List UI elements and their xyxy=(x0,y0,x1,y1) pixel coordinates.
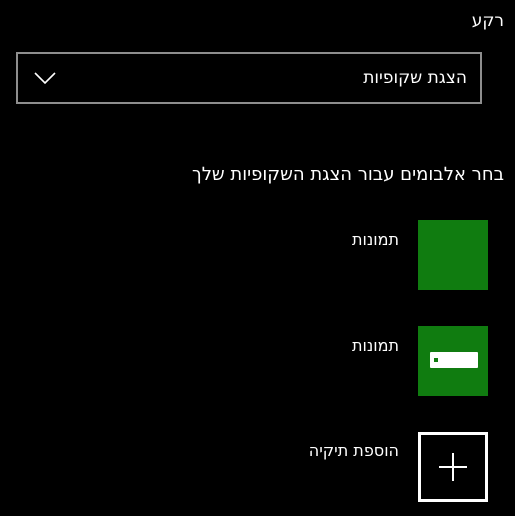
album-tile xyxy=(418,326,488,396)
album-title: תמונות xyxy=(351,230,399,249)
album-item-pictures[interactable]: תמונות xyxy=(188,220,488,290)
album-tile xyxy=(418,220,488,290)
plus-icon xyxy=(439,453,467,481)
add-folder-label: הוספת תיקיה xyxy=(308,441,399,460)
add-folder-button[interactable]: הוספת תיקיה xyxy=(188,432,488,502)
drive-icon xyxy=(430,352,478,368)
album-title: תמונות xyxy=(351,336,399,355)
slideshow-albums-heading: בחר אלבומים עבור הצגת השקופיות שלך xyxy=(192,164,504,185)
dropdown-selected-value: הצגת שקופיות xyxy=(363,68,467,88)
album-item-pictures-drive[interactable]: תמונות xyxy=(188,326,488,396)
chevron-down-icon xyxy=(34,72,56,84)
add-folder-tile xyxy=(418,432,488,502)
background-dropdown[interactable]: הצגת שקופיות xyxy=(16,52,482,104)
background-label: רקע xyxy=(471,11,504,31)
